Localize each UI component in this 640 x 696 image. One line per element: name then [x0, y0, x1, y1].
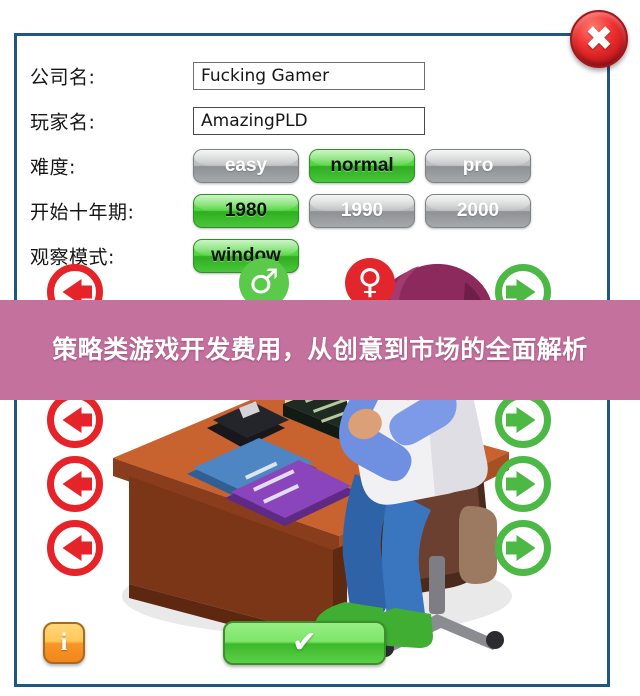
setup-form: 公司名: 玩家名: 难度: ea [17, 36, 607, 278]
difficulty-option-easy[interactable]: easy [193, 148, 299, 183]
label-player-name: 玩家名: [30, 111, 96, 133]
info-icon: i [60, 629, 68, 656]
difficulty-option-pro[interactable]: pro [425, 148, 531, 183]
arrow-right-circle-icon[interactable] [495, 520, 551, 576]
company-name-input[interactable] [193, 61, 425, 90]
arrow-left-circle-icon[interactable] [47, 456, 103, 512]
headline-overlay-banner: 策略类游戏开发费用，从创意到市场的全面解析 [0, 300, 640, 400]
label-company-name: 公司名: [30, 66, 96, 88]
difficulty-option-pro-label: pro [462, 154, 494, 176]
difficulty-option-normal[interactable]: normal [309, 148, 415, 183]
label-start-decade: 开始十年期: [30, 201, 135, 223]
start-decade-option-1980-label: 1980 [224, 199, 268, 221]
confirm-button[interactable]: ✔ [223, 621, 386, 665]
controls-start-decade: 1980 1990 2000 [193, 193, 531, 228]
difficulty-option-normal-label: normal [330, 154, 394, 176]
player-name-input[interactable] [193, 106, 425, 135]
screenshot-stage: 公司名: 玩家名: 难度: ea [0, 0, 640, 696]
controls-player-name [193, 106, 425, 135]
info-button[interactable]: i [43, 622, 85, 664]
close-icon: ✖ [584, 19, 614, 59]
arrow-right-circle-icon[interactable] [495, 392, 551, 448]
start-decade-option-2000-label: 2000 [456, 199, 500, 221]
bottom-action-bar: i ✔ [17, 618, 607, 674]
start-decade-option-1980[interactable]: 1980 [193, 193, 299, 228]
form-row-start-decade: 开始十年期: 1980 1990 2000 [17, 188, 607, 233]
label-difficulty: 难度: [30, 156, 76, 178]
form-row-company-name: 公司名: [17, 53, 607, 98]
controls-company-name [193, 61, 425, 90]
controls-difficulty: easy normal pro [193, 148, 531, 183]
headline-overlay-text: 策略类游戏开发费用，从创意到市场的全面解析 [52, 335, 588, 365]
arrow-left-circle-icon[interactable] [47, 520, 103, 576]
start-decade-option-2000[interactable]: 2000 [425, 193, 531, 228]
form-row-player-name: 玩家名: [17, 98, 607, 143]
start-decade-option-1990-label: 1990 [340, 199, 384, 221]
checkmark-icon: ✔ [291, 625, 318, 660]
start-decade-option-1990[interactable]: 1990 [309, 193, 415, 228]
difficulty-option-easy-label: easy [224, 154, 268, 176]
arrow-left-circle-icon[interactable] [47, 392, 103, 448]
form-row-difficulty: 难度: easy normal pro [17, 143, 607, 188]
close-button[interactable]: ✖ [570, 10, 628, 68]
arrow-right-circle-icon[interactable] [495, 456, 551, 512]
